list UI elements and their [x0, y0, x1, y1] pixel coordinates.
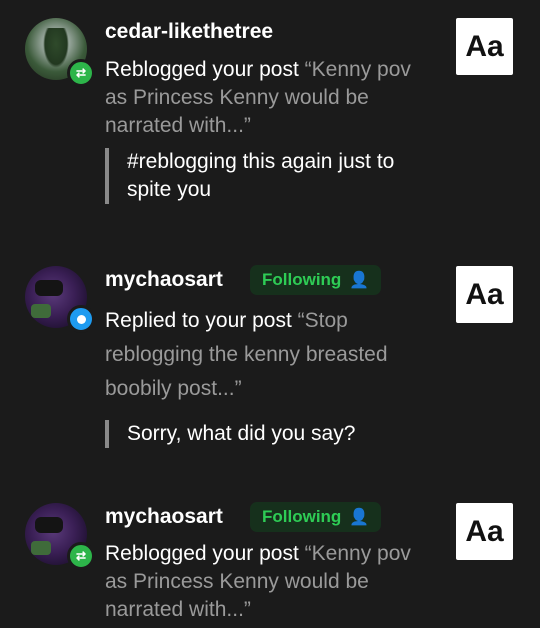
username[interactable]: cedar-likethetree: [105, 20, 273, 44]
reblog-icon: ⇄: [67, 59, 95, 87]
post-thumbnail[interactable]: Aa: [456, 266, 513, 323]
post-thumbnail[interactable]: Aa: [456, 18, 513, 75]
notification-text: Reblogged your post “Kenny pov as Prince…: [105, 56, 425, 140]
user-check-icon: 👤: [349, 509, 370, 526]
action-label: Reblogged your post: [105, 58, 299, 81]
following-label: Following: [262, 507, 342, 526]
action-label: Reblogged your post: [105, 542, 299, 565]
following-badge[interactable]: Following 👤: [250, 502, 382, 532]
reblog-comment: #reblogging this again just to spite you: [105, 148, 427, 204]
user-check-icon: 👤: [349, 272, 370, 289]
username[interactable]: mychaosart: [105, 268, 223, 292]
notification-text: Reblogged your post “Kenny pov as Prince…: [105, 540, 425, 624]
following-badge[interactable]: Following 👤: [250, 265, 382, 295]
post-thumbnail[interactable]: Aa: [456, 503, 513, 560]
reply-comment: Sorry, what did you say?: [105, 420, 427, 448]
reblog-icon: ⇄: [67, 542, 95, 570]
action-label: Replied to your post: [105, 309, 292, 332]
following-label: Following: [262, 270, 342, 289]
reply-icon: [67, 305, 95, 333]
notification-text: Replied to your post “Stop reblogging th…: [105, 304, 405, 406]
username[interactable]: mychaosart: [105, 505, 223, 529]
